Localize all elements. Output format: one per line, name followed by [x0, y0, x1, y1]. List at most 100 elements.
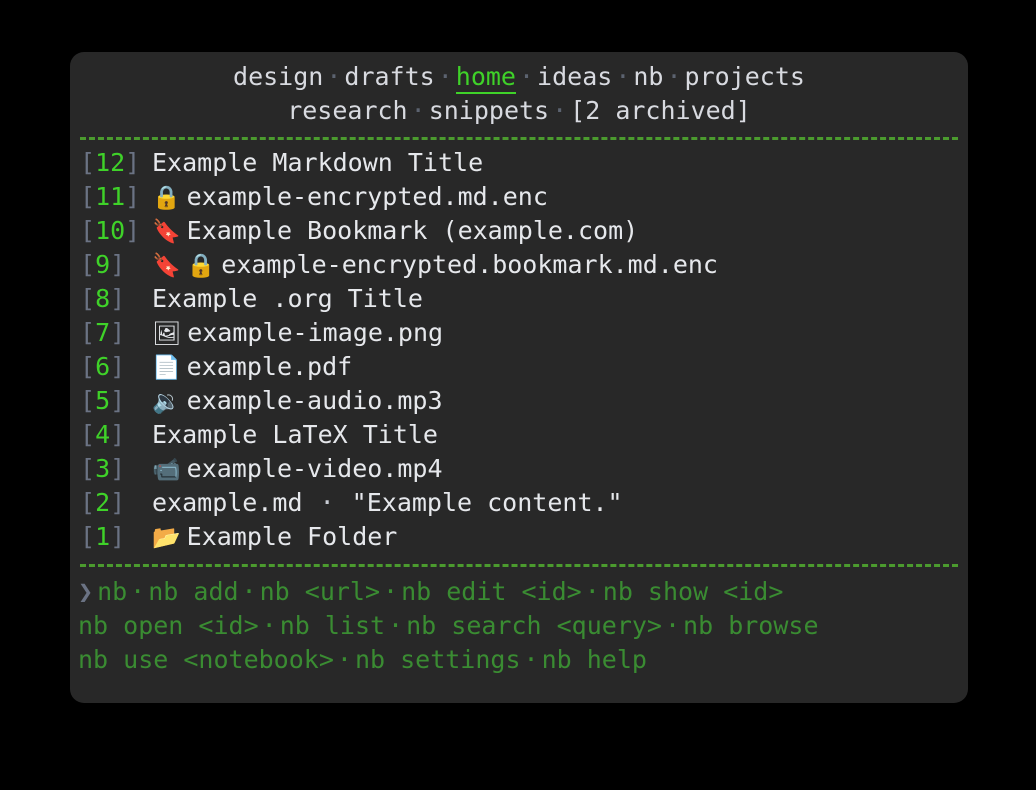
prompt-chevron-icon: ❯ — [78, 577, 94, 606]
command-separator: · — [664, 611, 681, 640]
note-title: example-video.mp4 — [186, 454, 443, 483]
command-hint-nb-add[interactable]: nb add — [148, 577, 238, 606]
note-list-item[interactable]: [3] 📹 example-video.mp4 — [80, 452, 968, 486]
note-id-number: 3 — [95, 454, 111, 483]
notebook-link-snippets[interactable]: snippets — [429, 96, 549, 125]
note-id: [12] — [80, 148, 141, 177]
command-hint-nb-search-query[interactable]: nb search <query> — [406, 611, 662, 640]
note-title: example.pdf — [186, 352, 353, 381]
note-id: [6] — [80, 352, 126, 381]
audio-icon: 🔉 — [152, 389, 181, 415]
command-hint-nb-settings[interactable]: nb settings — [355, 645, 521, 674]
note-title: example-audio.mp3 — [186, 386, 443, 415]
note-list-item[interactable]: [12] Example Markdown Title — [80, 146, 968, 180]
archived-count-label[interactable]: [2 archived] — [570, 96, 751, 125]
note-title: example-encrypted.bookmark.md.enc — [221, 250, 718, 279]
lock-icon: 🔒 — [152, 185, 181, 211]
folder-icon: 📂 — [152, 525, 181, 551]
command-hint-nb-help[interactable]: nb help — [542, 645, 647, 674]
note-list-item[interactable]: [2] example.md · "Example content." — [80, 486, 968, 520]
notebook-link-projects[interactable]: projects — [685, 62, 805, 91]
notebook-link-nb[interactable]: nb — [633, 62, 663, 91]
command-hint-nb-show-id[interactable]: nb show <id> — [603, 577, 784, 606]
note-id-number: 11 — [95, 182, 126, 211]
note-list-item[interactable]: [10] 🔖 Example Bookmark (example.com) — [80, 214, 968, 248]
command-hint-nb-browse[interactable]: nb browse — [683, 611, 818, 640]
note-id-number: 7 — [95, 318, 111, 347]
command-hint-nb-use-notebook[interactable]: nb use <notebook> — [78, 645, 334, 674]
note-list-item[interactable]: [5] 🔉 example-audio.mp3 — [80, 384, 968, 418]
note-id-number: 2 — [95, 488, 111, 517]
note-title: example-encrypted.md.enc — [186, 182, 548, 211]
note-list-item[interactable]: [1] 📂 Example Folder — [80, 520, 968, 554]
command-hints: ❯ nb · nb add · nb <url> · nb edit <id> · nb show… — [70, 575, 968, 677]
footer-divider — [80, 564, 958, 567]
command-separator: · — [383, 577, 399, 606]
note-title: example.md — [152, 488, 303, 517]
command-hint-nb[interactable]: nb — [97, 577, 127, 606]
command-hint-line: nb use <notebook> · nb settings · nb help — [78, 643, 968, 677]
document-icon: 📄 — [152, 355, 181, 381]
note-id: [5] — [80, 386, 126, 415]
note-id-number: 8 — [95, 284, 111, 313]
note-id: [1] — [80, 522, 126, 551]
command-separator: · — [130, 577, 146, 606]
notebook-separator: · — [666, 62, 682, 91]
command-separator: · — [336, 645, 352, 674]
note-id-number: 1 — [95, 522, 111, 551]
command-hint-nb-list[interactable]: nb list — [280, 611, 385, 640]
note-id: [2] — [80, 488, 126, 517]
note-list-item[interactable]: [8] Example .org Title — [80, 282, 968, 316]
command-hint-line: nb open <id> · nb list · nb search <query> · n… — [78, 609, 968, 643]
note-id: [4] — [80, 420, 126, 449]
notebook-link-drafts[interactable]: drafts — [344, 62, 434, 91]
notebook-separator: · — [410, 96, 426, 125]
bookmark-icon: 🔖 — [152, 253, 181, 279]
notebook-link-design[interactable]: design — [233, 62, 323, 91]
notebook-link-home[interactable]: home — [455, 62, 516, 94]
note-title: Example LaTeX Title — [152, 420, 438, 449]
notebook-separator: · — [518, 62, 535, 91]
note-id-number: 12 — [95, 148, 126, 177]
note-list-item[interactable]: [7] 🖼 example-image.png — [80, 316, 968, 350]
notebook-separator: · — [615, 62, 631, 91]
command-hint-nb-edit-id[interactable]: nb edit <id> — [401, 577, 582, 606]
command-separator: · — [584, 577, 600, 606]
note-title: Example .org Title — [152, 284, 423, 313]
note-id: [8] — [80, 284, 126, 313]
notebook-link-research[interactable]: research — [287, 96, 407, 125]
note-list-item[interactable]: [6] 📄 example.pdf — [80, 350, 968, 384]
bookmark-icon: 🔖 — [152, 219, 181, 245]
note-list-item[interactable]: [9] 🔖 🔒 example-encrypted.bookmark.md.enc — [80, 248, 968, 282]
command-separator: · — [261, 611, 277, 640]
note-id-number: 6 — [95, 352, 111, 381]
note-id: [10] — [80, 216, 141, 245]
note-id: [7] — [80, 318, 126, 347]
note-list-item[interactable]: [4] Example LaTeX Title — [80, 418, 968, 452]
command-hint-nb-open-id[interactable]: nb open <id> — [78, 611, 259, 640]
note-title: Example Bookmark (example.com) — [186, 216, 639, 245]
notebook-link-ideas[interactable]: ideas — [537, 62, 612, 91]
command-hint-nb-url[interactable]: nb <url> — [260, 577, 380, 606]
terminal-content: design · drafts · home · ideas · nb · projects res… — [70, 52, 968, 703]
command-hint-line: ❯ nb · nb add · nb <url> · nb edit <id> · nb show… — [78, 575, 968, 609]
note-id-number: 10 — [95, 216, 126, 245]
note-id: [11] — [80, 182, 141, 211]
note-excerpt: "Example content." — [351, 488, 623, 517]
notebook-separator: · — [552, 96, 568, 125]
video-icon: 📹 — [152, 457, 181, 483]
notebook-separator: · — [437, 62, 453, 91]
image-icon: 🖼 — [152, 321, 182, 347]
command-separator: · — [388, 611, 404, 640]
note-id-number: 5 — [95, 386, 111, 415]
note-title: Example Folder — [186, 522, 398, 551]
note-list: [12] Example Markdown Title [11] 🔒 example-e… — [70, 146, 968, 554]
terminal-window: design · drafts · home · ideas · nb · projects res… — [70, 52, 968, 703]
notebook-header: design · drafts · home · ideas · nb · projects res… — [70, 60, 968, 128]
notebook-separator: · — [326, 62, 342, 91]
note-id: [9] — [80, 250, 126, 279]
notebook-list-row-2: research · snippets · [2 archived] — [70, 94, 968, 128]
notebook-list-row-1: design · drafts · home · ideas · nb · projects — [70, 60, 968, 94]
header-divider — [80, 137, 958, 140]
note-list-item[interactable]: [11] 🔒 example-encrypted.md.enc — [80, 180, 968, 214]
